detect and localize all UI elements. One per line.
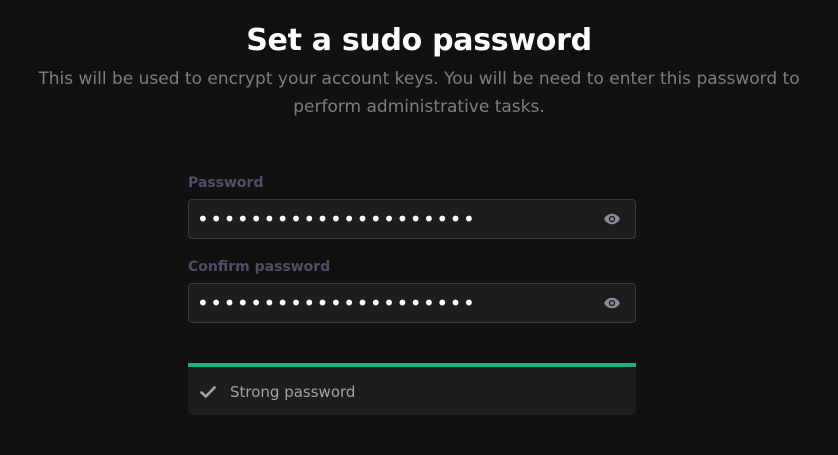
subtitle-line-1: This will be used to encrypt your accoun…	[38, 69, 800, 89]
password-group: Password	[188, 174, 636, 239]
confirm-password-input[interactable]	[197, 284, 587, 322]
password-strength-indicator: Strong password	[188, 363, 636, 415]
eye-icon[interactable]	[603, 294, 621, 312]
sudo-password-page: Set a sudo password This will be used to…	[0, 0, 838, 455]
confirm-password-group: Confirm password	[188, 258, 636, 323]
password-input[interactable]	[197, 200, 587, 238]
eye-icon[interactable]	[603, 210, 621, 228]
password-field-wrapper	[188, 199, 636, 239]
page-subtitle: This will be used to encrypt your accoun…	[20, 65, 818, 121]
check-icon	[200, 386, 216, 398]
strength-text: Strong password	[230, 383, 356, 401]
password-form: Password Confirm password	[188, 174, 636, 323]
confirm-password-label: Confirm password	[188, 259, 331, 275]
password-label: Password	[188, 175, 264, 191]
confirm-password-field-wrapper	[188, 283, 636, 323]
page-title: Set a sudo password	[246, 23, 592, 58]
subtitle-line-2: perform administrative tasks.	[293, 97, 545, 117]
